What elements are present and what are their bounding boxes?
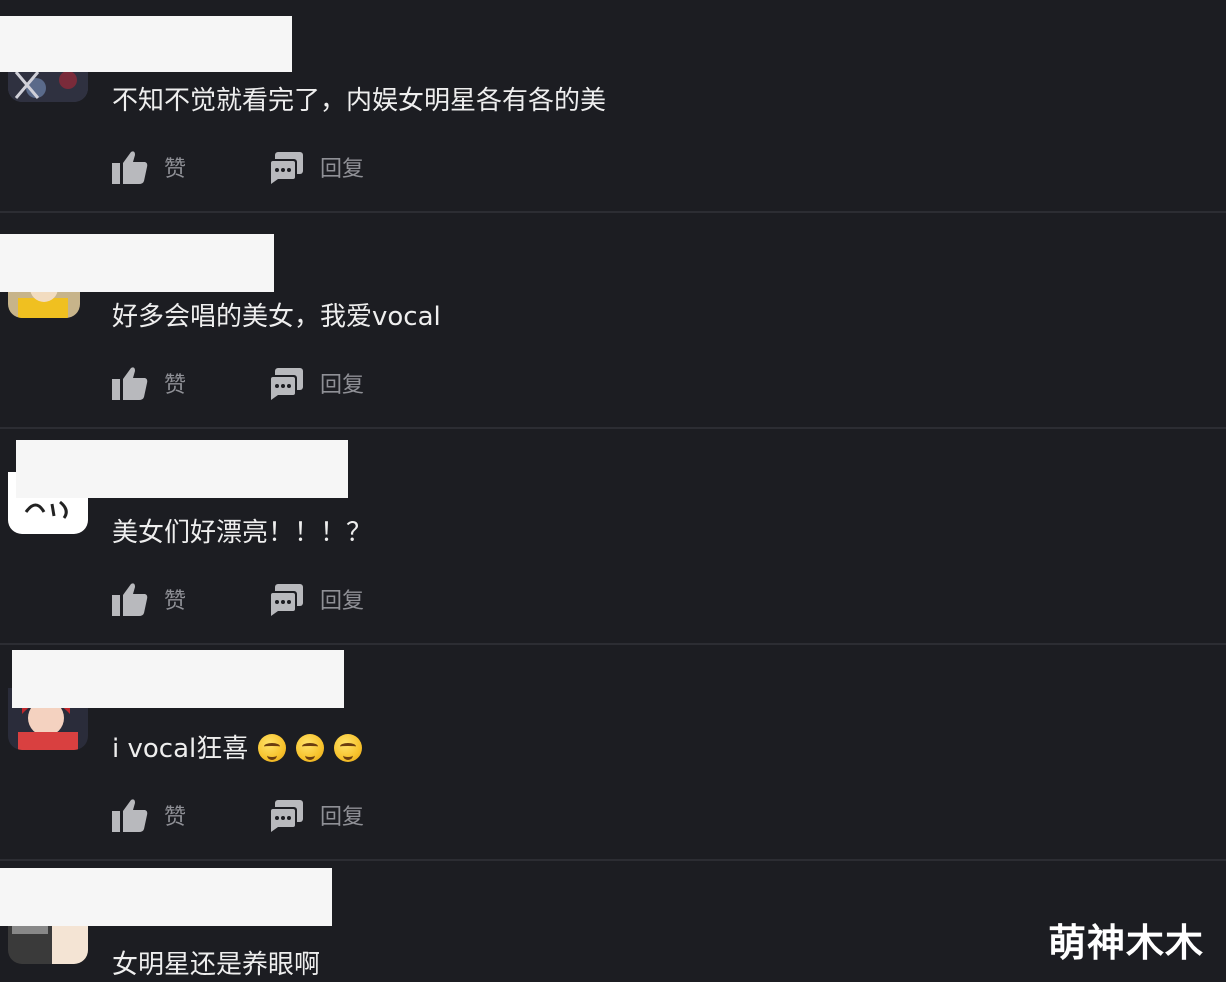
comment-text: 好多会唱的美女，我爱vocal: [112, 302, 441, 332]
reply-chat-icon: [268, 582, 304, 616]
reply-chat-icon: [268, 798, 304, 832]
divider: [0, 211, 1226, 213]
comment-item: 不知不觉就看完了，内娱女明星各有各的美 赞 回复: [0, 0, 1226, 216]
divider: [0, 427, 1226, 429]
username-redacted: [12, 650, 344, 708]
username-redacted: [0, 16, 292, 72]
like-label: 赞: [164, 157, 187, 182]
comment-item: 好多会唱的美女，我爱vocal 赞 回复: [0, 216, 1226, 432]
username-redacted: [0, 234, 274, 292]
watermark-text: 萌神木木: [1047, 921, 1204, 965]
reply-button[interactable]: 回复: [268, 582, 364, 616]
like-label: 赞: [164, 805, 187, 830]
drooling-face-emoji-icon: [296, 734, 325, 762]
reply-chat-icon: [268, 150, 304, 184]
reply-label: 回复: [320, 589, 365, 614]
reply-label: 回复: [320, 805, 365, 830]
comment-text: 女明星还是养眼啊: [112, 950, 321, 980]
thumbs-up-icon: [112, 366, 148, 400]
username-redacted: [0, 868, 332, 926]
comment-item: 女明星还是养眼啊: [0, 864, 1226, 982]
reply-label: 回复: [320, 373, 365, 398]
like-button[interactable]: 赞: [112, 366, 186, 400]
reply-button[interactable]: 回复: [268, 366, 364, 400]
thumbs-up-icon: [112, 582, 148, 616]
reply-button[interactable]: 回复: [268, 150, 364, 184]
like-button[interactable]: 赞: [112, 582, 186, 616]
reply-button[interactable]: 回复: [268, 798, 364, 832]
comment-text: 不知不觉就看完了，内娱女明星各有各的美: [112, 86, 607, 116]
comment-item: 美女们好漂亮！！！？ 赞 回复: [0, 432, 1226, 648]
comment-text: 美女们好漂亮！！！？: [112, 518, 373, 548]
drooling-face-emoji-icon: [258, 734, 287, 762]
like-label: 赞: [164, 589, 187, 614]
smirking-face-emoji-icon: [334, 734, 363, 762]
thumbs-up-icon: [112, 798, 148, 832]
like-button[interactable]: 赞: [112, 150, 186, 184]
like-label: 赞: [164, 373, 187, 398]
comment-text: i vocal狂喜: [112, 732, 363, 766]
thumbs-up-icon: [112, 150, 148, 184]
divider: [0, 643, 1226, 645]
comment-text-content: i vocal狂喜: [112, 734, 249, 764]
like-button[interactable]: 赞: [112, 798, 186, 832]
comment-item: i vocal狂喜 赞 回复: [0, 648, 1226, 864]
divider: [0, 859, 1226, 861]
username-redacted: [16, 440, 348, 498]
reply-chat-icon: [268, 366, 304, 400]
reply-label: 回复: [320, 157, 365, 182]
